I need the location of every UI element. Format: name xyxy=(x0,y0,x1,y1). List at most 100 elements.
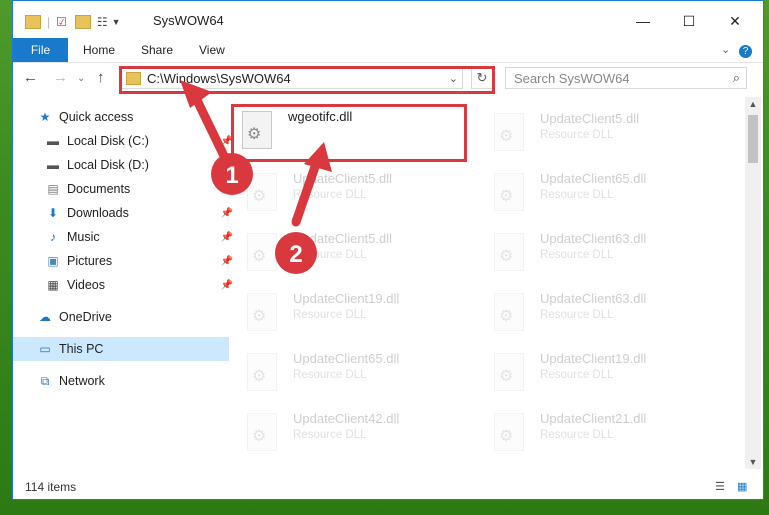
file-type: Resource DLL xyxy=(540,309,614,321)
search-input[interactable]: Search SysWOW64 xyxy=(514,71,733,86)
sidebar-item-label: Local Disk (D:) xyxy=(67,158,149,172)
network-icon: ⧉ xyxy=(40,373,50,388)
sidebar-item-videos[interactable]: ▦ Videos 📌 xyxy=(13,273,237,297)
quick-access-toolbar: | ☑ ☷ ▼ xyxy=(25,13,121,31)
scroll-up-icon[interactable]: ▲ xyxy=(745,99,761,109)
address-dropdown-icon[interactable]: ⌄ xyxy=(449,72,458,85)
view-options-icon[interactable]: ☷ xyxy=(97,15,108,29)
file-type: Resource DLL xyxy=(540,249,614,261)
tab-file[interactable]: File xyxy=(13,38,68,62)
file-item[interactable]: ⚙ UpdateClient65.dll Resource DLL xyxy=(233,345,473,401)
file-type: Resource DLL xyxy=(293,429,367,441)
minimize-button[interactable]: — xyxy=(621,7,665,35)
sidebar-item-label: Pictures xyxy=(67,254,113,268)
sidebar-item-local-disk-d[interactable]: ▬ Local Disk (D:) 📌 xyxy=(13,153,237,177)
file-type: Resource DLL xyxy=(540,369,614,381)
sidebar-item-label: Videos xyxy=(67,278,105,292)
dll-file-icon: ⚙ xyxy=(247,353,277,391)
properties-icon[interactable]: ☑ xyxy=(56,15,67,29)
refresh-button[interactable]: ↻ xyxy=(471,67,493,89)
gear-icon: ⚙ xyxy=(499,428,514,445)
computer-icon: ▭ xyxy=(39,342,51,356)
file-name: UpdateClient5.dll xyxy=(540,111,640,126)
item-count: 114 items xyxy=(25,480,77,494)
vertical-scrollbar[interactable]: ▲ ▼ xyxy=(745,97,761,469)
maximize-button[interactable]: ☐ xyxy=(667,7,711,35)
file-type: Resource DLL xyxy=(540,129,614,141)
file-item[interactable]: ⚙ UpdateClient19.dll Resource DLL xyxy=(480,345,720,401)
music-icon: ♪ xyxy=(50,230,56,244)
folder-icon xyxy=(126,71,141,85)
up-arrow-icon[interactable]: ↑ xyxy=(97,69,105,86)
forward-arrow-icon[interactable]: → xyxy=(53,69,68,86)
file-type: Resource DLL xyxy=(293,369,367,381)
sidebar-item-local-disk-c[interactable]: ▬ Local Disk (C:) 📌 xyxy=(13,129,237,153)
search-box[interactable]: Search SysWOW64 ⌕ xyxy=(505,67,747,89)
sidebar-item-downloads[interactable]: ⬇ Downloads 📌 xyxy=(13,201,237,225)
ribbon-tabs: File Home Share View ⌄ ? xyxy=(13,38,763,63)
sidebar-item-label: Music xyxy=(67,230,100,244)
file-item[interactable]: ⚙ UpdateClient65.dll Resource DLL xyxy=(480,165,720,221)
drive-icon: ▬ xyxy=(47,134,59,148)
gear-icon: ⚙ xyxy=(252,428,267,445)
file-type: Resource DLL xyxy=(293,309,367,321)
file-item[interactable]: ⚙ UpdateClient19.dll Resource DLL xyxy=(233,285,473,341)
close-button[interactable]: ✕ xyxy=(713,7,757,35)
file-name: UpdateClient42.dll xyxy=(293,411,400,426)
title-bar: | ☑ ☷ ▼ SysWOW64 — ☐ ✕ xyxy=(13,1,763,41)
dll-file-icon: ⚙ xyxy=(247,233,277,271)
sidebar-item-pictures[interactable]: ▣ Pictures 📌 xyxy=(13,249,237,273)
file-item[interactable]: ⚙ UpdateClient5.dll Resource DLL xyxy=(233,225,473,281)
pictures-icon: ▣ xyxy=(47,254,59,268)
gear-icon: ⚙ xyxy=(247,126,262,143)
tab-home[interactable]: Home xyxy=(83,38,115,62)
file-name: UpdateClient63.dll xyxy=(540,231,647,246)
address-bar[interactable]: C:\Windows\SysWOW64 ⌄ xyxy=(119,67,463,89)
file-item[interactable]: ⚙ UpdateClient21.dll Resource DLL xyxy=(480,405,720,461)
back-arrow-icon[interactable]: ← xyxy=(23,69,38,86)
file-name: UpdateClient63.dll xyxy=(540,291,647,306)
help-icon[interactable]: ? xyxy=(739,38,752,62)
file-type: Resource DLL xyxy=(540,429,614,441)
status-bar: 114 items ☰ ▦ xyxy=(13,475,763,499)
tab-share[interactable]: Share xyxy=(141,38,173,62)
details-view-icon[interactable]: ☰ xyxy=(715,480,729,494)
divider: | xyxy=(47,15,51,29)
file-item[interactable]: ⚙ UpdateClient42.dll Resource DLL xyxy=(233,405,473,461)
scrollbar-thumb[interactable] xyxy=(748,115,758,163)
large-icons-view-icon[interactable]: ▦ xyxy=(737,480,751,494)
sidebar-item-label: Quick access xyxy=(59,110,134,124)
sidebar-item-music[interactable]: ♪ Music 📌 xyxy=(13,225,237,249)
gear-icon: ⚙ xyxy=(499,128,514,145)
dll-file-icon: ⚙ xyxy=(494,353,524,391)
sidebar-item-documents[interactable]: ▤ Documents 📌 xyxy=(13,177,237,201)
sidebar-item-quick-access[interactable]: ★ Quick access xyxy=(13,105,229,129)
expand-ribbon-icon[interactable]: ⌄ xyxy=(721,38,730,62)
dll-file-icon: ⚙ xyxy=(494,113,524,151)
navigation-bar: ← → ⌄ ↑ C:\Windows\SysWOW64 ⌄ ↻ Search S… xyxy=(13,63,763,95)
file-item[interactable]: ⚙ UpdateClient63.dll Resource DLL xyxy=(480,285,720,341)
recent-locations-icon[interactable]: ⌄ xyxy=(77,73,85,84)
sidebar-item-this-pc[interactable]: ▭ This PC xyxy=(13,337,229,361)
scroll-down-icon[interactable]: ▼ xyxy=(745,457,761,467)
file-name: UpdateClient65.dll xyxy=(293,351,400,366)
videos-icon: ▦ xyxy=(47,278,59,292)
sidebar-item-network[interactable]: ⧉ Network xyxy=(13,369,229,393)
sidebar-item-label: Documents xyxy=(67,182,131,196)
folder-icon[interactable] xyxy=(25,15,41,29)
file-item[interactable]: ⚙ UpdateClient5.dll Resource DLL xyxy=(480,105,720,161)
file-name: UpdateClient5.dll xyxy=(293,231,393,246)
new-folder-icon[interactable] xyxy=(74,15,91,29)
gear-icon: ⚙ xyxy=(499,308,514,325)
dll-file-icon: ⚙ xyxy=(494,233,524,271)
search-icon: ⌕ xyxy=(732,70,740,85)
sidebar-item-onedrive[interactable]: ☁ OneDrive xyxy=(13,305,229,329)
sidebar-item-label: Local Disk (C:) xyxy=(67,134,149,148)
dll-file-icon: ⚙ xyxy=(247,293,277,331)
customize-dropdown-icon[interactable]: ▼ xyxy=(112,17,121,27)
file-item-highlighted[interactable]: ⚙ wgeotifc.dll xyxy=(228,103,468,159)
file-item[interactable]: ⚙ UpdateClient5.dll Resource DLL xyxy=(233,165,473,221)
file-item[interactable]: ⚙ UpdateClient63.dll Resource DLL xyxy=(480,225,720,281)
tab-view[interactable]: View xyxy=(199,38,225,62)
file-type: Resource DLL xyxy=(293,249,367,261)
